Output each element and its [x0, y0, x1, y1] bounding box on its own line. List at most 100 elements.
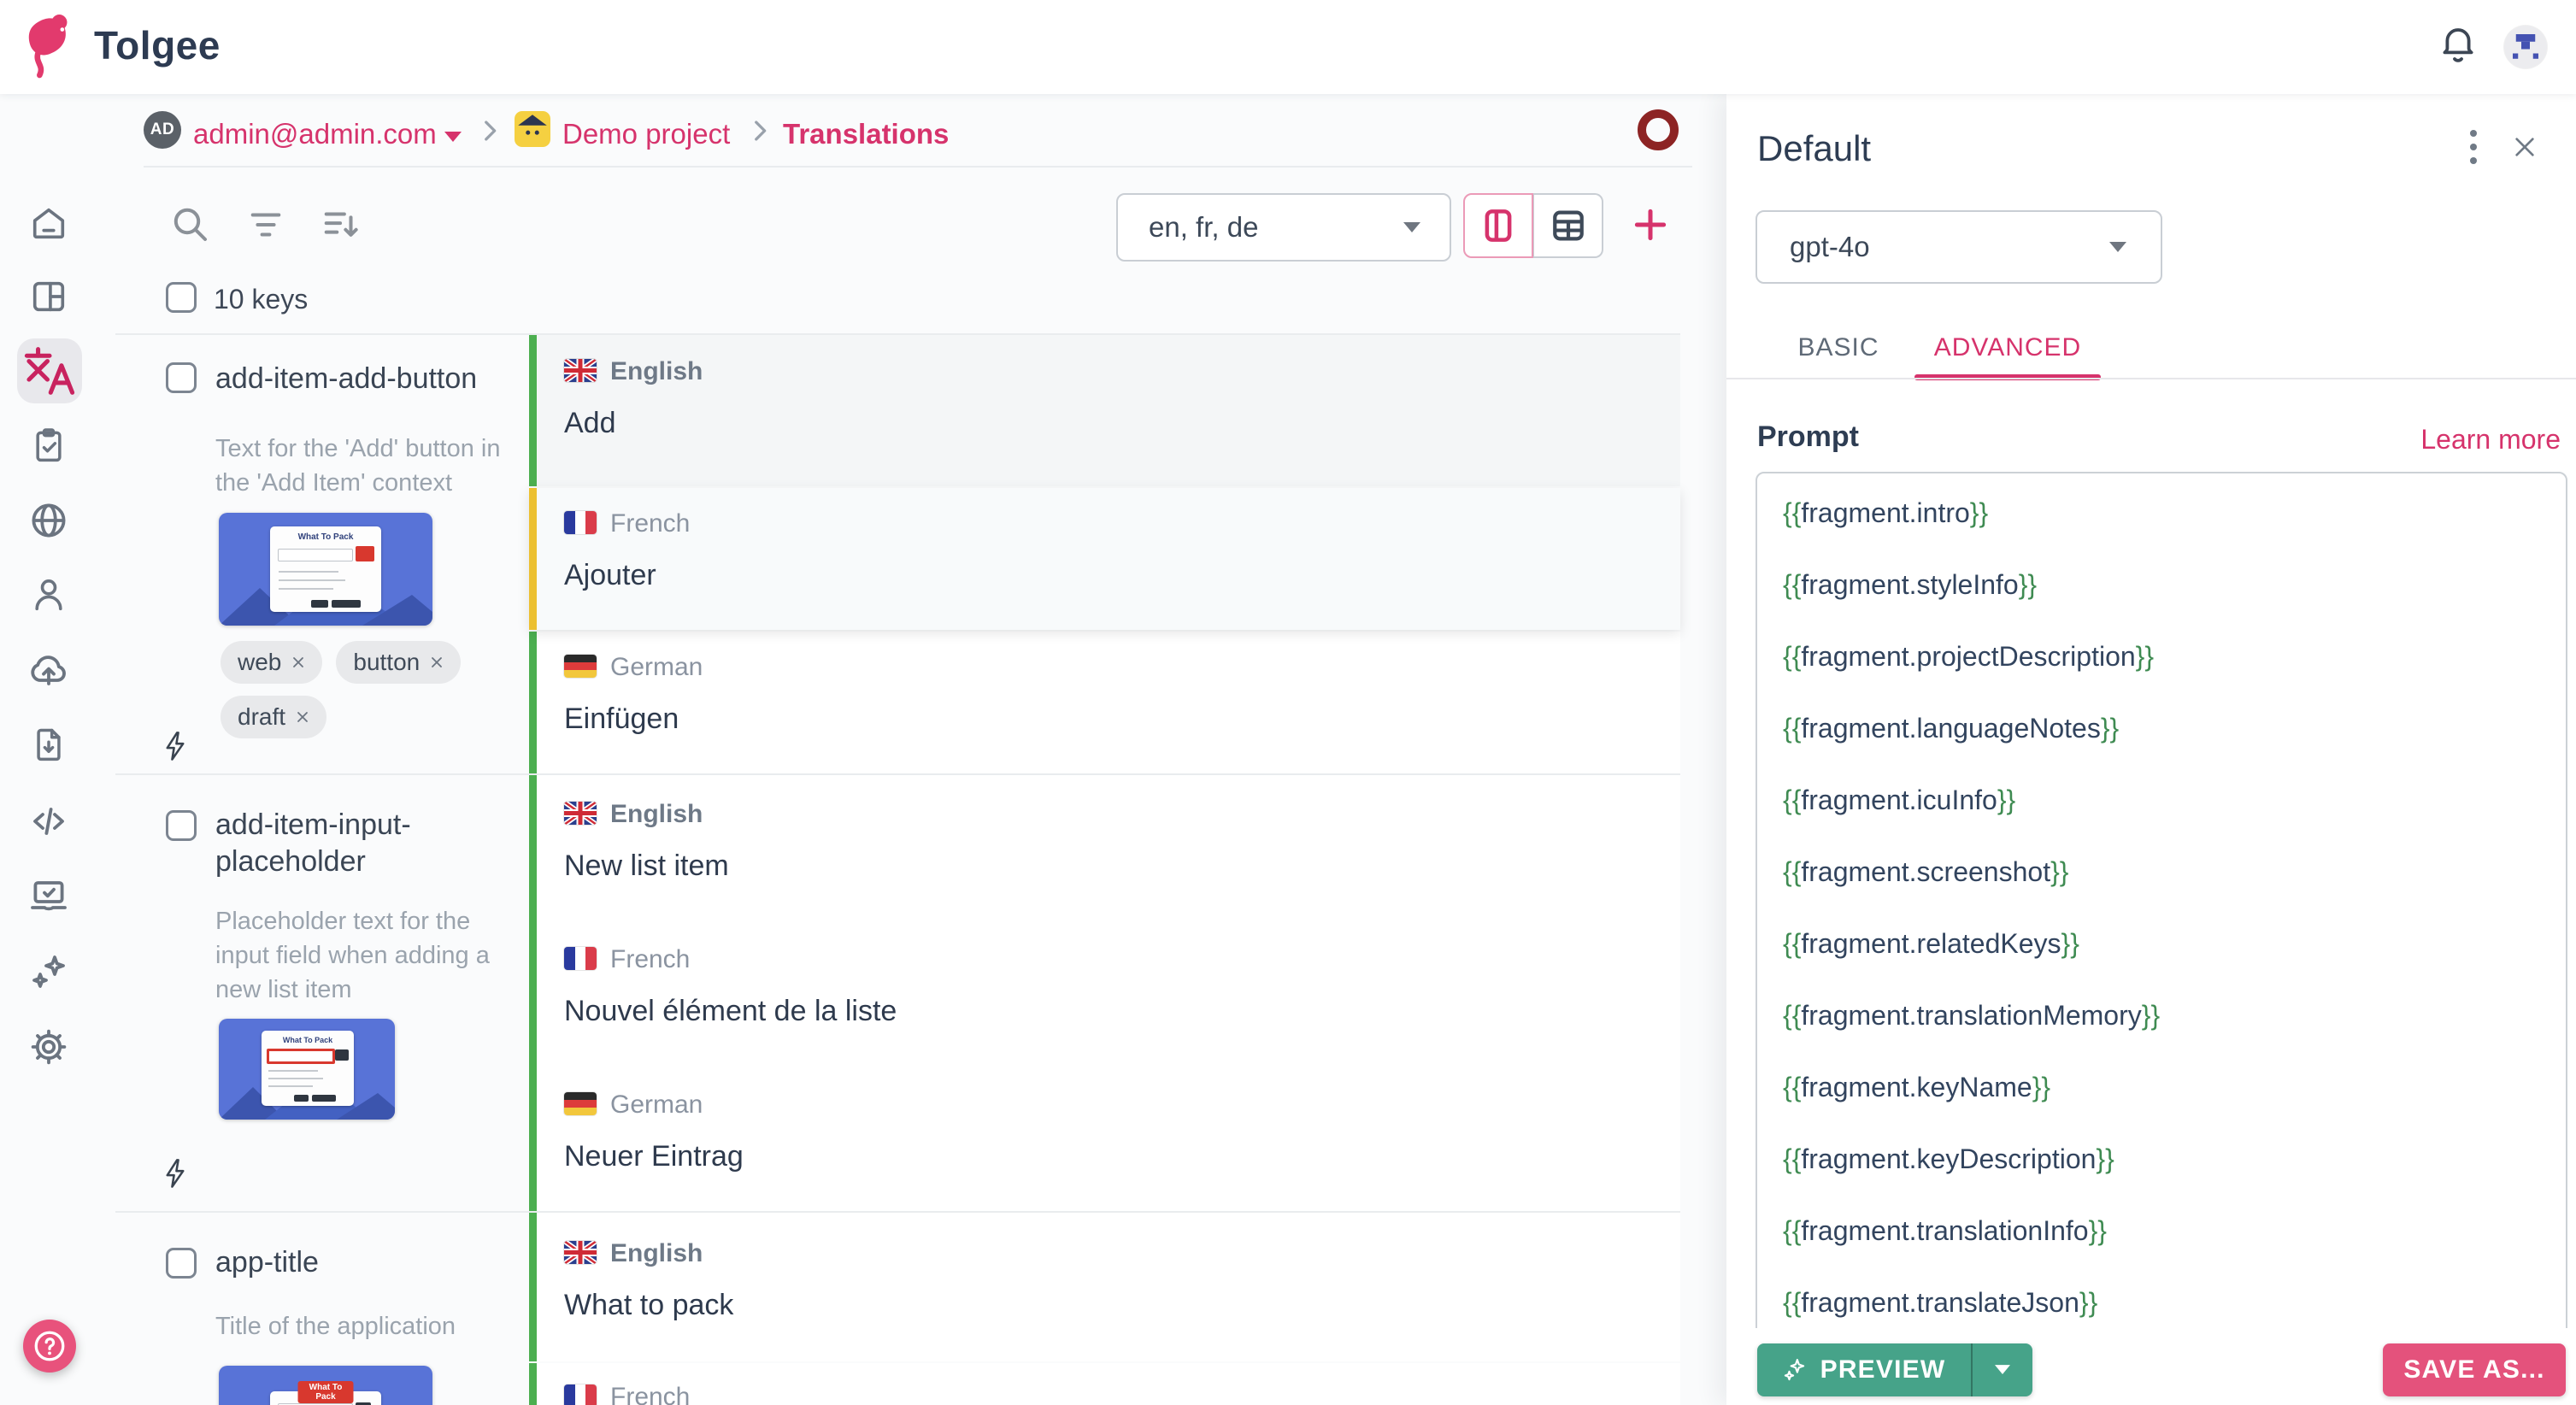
prompt-fragment[interactable]: {{fragment.projectDescription}}	[1783, 641, 2154, 673]
language-label: English	[610, 800, 703, 829]
sidebar-item-developer[interactable]	[21, 867, 77, 923]
preview-options-button[interactable]	[1973, 1343, 2032, 1396]
home-icon	[29, 203, 68, 243]
learn-more-link[interactable]: Learn more	[2420, 424, 2561, 456]
sidebar	[0, 94, 99, 1405]
translation-cell-french[interactable]	[529, 1363, 1680, 1405]
search-button[interactable]	[169, 203, 210, 249]
flag-french-icon	[564, 947, 597, 970]
language-label: German	[610, 653, 703, 682]
view-table-button[interactable]	[1533, 193, 1603, 258]
language-label: English	[610, 357, 703, 386]
sidebar-item-projects[interactable]	[21, 268, 77, 325]
prompt-fragment[interactable]: {{fragment.styleInfo}}	[1783, 569, 2037, 601]
remove-tag-icon[interactable]	[296, 710, 309, 724]
save-as-button[interactable]: SAVE AS...	[2383, 1343, 2566, 1396]
translation-value[interactable]: What to pack	[564, 1289, 733, 1322]
row-checkbox[interactable]	[166, 362, 197, 393]
tab-basic[interactable]: BASIC	[1791, 333, 1885, 362]
split-view-icon	[1480, 206, 1516, 245]
translation-cell-english[interactable]	[529, 775, 1680, 920]
sidebar-item-home[interactable]	[21, 195, 77, 251]
user-menu-caret-icon[interactable]	[444, 132, 462, 147]
state-bar-translated	[529, 1363, 537, 1405]
select-all-checkbox[interactable]	[166, 282, 197, 313]
prompt-fragment[interactable]: {{fragment.languageNotes}}	[1783, 713, 2119, 744]
prompt-fragment[interactable]: {{fragment.keyName}}	[1783, 1072, 2050, 1103]
notifications-bell-icon[interactable]	[2438, 24, 2479, 73]
key-name[interactable]: app-title	[215, 1244, 510, 1281]
breadcrumb-user[interactable]: admin@admin.com	[193, 118, 437, 150]
help-button[interactable]	[23, 1320, 76, 1373]
panel-close-button[interactable]	[2506, 128, 2544, 166]
prompt-editor[interactable]: {{fragment.intro}} {{fragment.styleInfo}…	[1756, 472, 2567, 1405]
key-name[interactable]: add-item-add-button	[215, 361, 510, 397]
tag[interactable]: web	[221, 641, 322, 684]
translation-value[interactable]: Nouvel élément de la liste	[564, 995, 897, 1028]
translation-value[interactable]: Neuer Eintrag	[564, 1140, 744, 1173]
filter-button[interactable]	[246, 207, 285, 247]
prompt-fragment[interactable]: {{fragment.translationInfo}}	[1783, 1215, 2107, 1247]
thumbnail-title: What To Pack	[262, 1036, 354, 1044]
sidebar-item-tasks[interactable]	[21, 417, 77, 473]
prompt-fragment[interactable]: {{fragment.intro}}	[1783, 497, 1988, 529]
translation-value[interactable]: Add	[564, 407, 616, 440]
prompt-fragment[interactable]: {{fragment.screenshot}}	[1783, 856, 2068, 888]
sidebar-item-integrate[interactable]	[21, 793, 77, 849]
translation-value[interactable]: Ajouter	[564, 559, 656, 592]
translation-cell-english[interactable]	[529, 1213, 1680, 1361]
tag[interactable]: draft	[221, 696, 326, 738]
thumbnail-highlighted-add-button	[356, 546, 374, 561]
translation-cell-french-selected[interactable]	[529, 488, 1680, 630]
tab-advanced[interactable]: ADVANCED	[1914, 333, 2101, 362]
key-name[interactable]: add-item-input-placeholder	[215, 807, 506, 879]
machine-translation-bolt-icon[interactable]	[161, 1157, 190, 1194]
sidebar-item-languages[interactable]	[21, 492, 77, 549]
view-side-by-side-button[interactable]	[1463, 193, 1533, 258]
user-avatar[interactable]	[2504, 26, 2547, 68]
sidebar-item-members[interactable]	[21, 566, 77, 622]
prompt-fragment[interactable]: {{fragment.translationMemory}}	[1783, 1000, 2160, 1032]
prompt-fragment[interactable]: {{fragment.keyDescription}}	[1783, 1143, 2114, 1175]
prompt-fragment[interactable]: {{fragment.icuInfo}}	[1783, 785, 2015, 816]
model-selector[interactable]: gpt-4o	[1756, 210, 2162, 284]
gear-icon	[28, 1026, 69, 1067]
filter-icon	[246, 207, 285, 243]
sort-button[interactable]	[320, 205, 362, 249]
remove-tag-icon[interactable]	[430, 655, 444, 669]
state-bar-translated	[529, 335, 537, 486]
row-checkbox[interactable]	[166, 810, 197, 841]
breadcrumb-user-avatar[interactable]: AD	[144, 111, 181, 149]
row-checkbox[interactable]	[166, 1248, 197, 1279]
sidebar-item-ai[interactable]	[21, 944, 77, 1000]
add-key-button[interactable]	[1629, 203, 1672, 250]
breadcrumb-project[interactable]: Demo project	[562, 118, 730, 150]
tag[interactable]: button	[336, 641, 461, 684]
task-progress-ring[interactable]	[1638, 109, 1679, 150]
prompt-fragment[interactable]: {{fragment.relatedKeys}}	[1783, 928, 2079, 960]
preview-button[interactable]: PREVIEW	[1757, 1343, 1971, 1396]
panel-menu-button[interactable]	[2455, 126, 2492, 168]
sidebar-item-export[interactable]	[21, 716, 77, 773]
prompt-fragment[interactable]: {{fragment.translateJson}}	[1783, 1287, 2097, 1319]
translation-value[interactable]: New list item	[564, 849, 729, 883]
sidebar-item-settings[interactable]	[21, 1019, 77, 1075]
language-selector[interactable]: en, fr, de	[1116, 193, 1451, 262]
state-bar-pending	[529, 488, 537, 630]
panel-title: Default	[1757, 128, 1871, 169]
ai-prompt-panel: Default gpt-4o BASIC ADVANCED Prompt Lea…	[1726, 94, 2576, 1405]
screenshot-thumbnail[interactable]: What To Pack	[219, 1019, 395, 1120]
tag-list: web button draft	[221, 641, 503, 738]
language-label: French	[610, 509, 690, 538]
remove-tag-icon[interactable]	[291, 655, 305, 669]
translation-value[interactable]: Einfügen	[564, 702, 679, 736]
sidebar-item-import[interactable]	[21, 641, 77, 697]
screenshot-thumbnail[interactable]: What To Pack	[219, 513, 432, 626]
machine-translation-bolt-icon[interactable]	[161, 730, 190, 767]
sidebar-item-translations-active[interactable]	[17, 338, 82, 403]
screenshot-thumbnail[interactable]: What To Pack	[219, 1366, 432, 1405]
translation-cell-german[interactable]	[529, 1066, 1680, 1211]
translation-cell-french[interactable]	[529, 920, 1680, 1066]
model-selector-value: gpt-4o	[1790, 231, 1870, 263]
tolgee-logo-icon[interactable]	[21, 10, 77, 88]
